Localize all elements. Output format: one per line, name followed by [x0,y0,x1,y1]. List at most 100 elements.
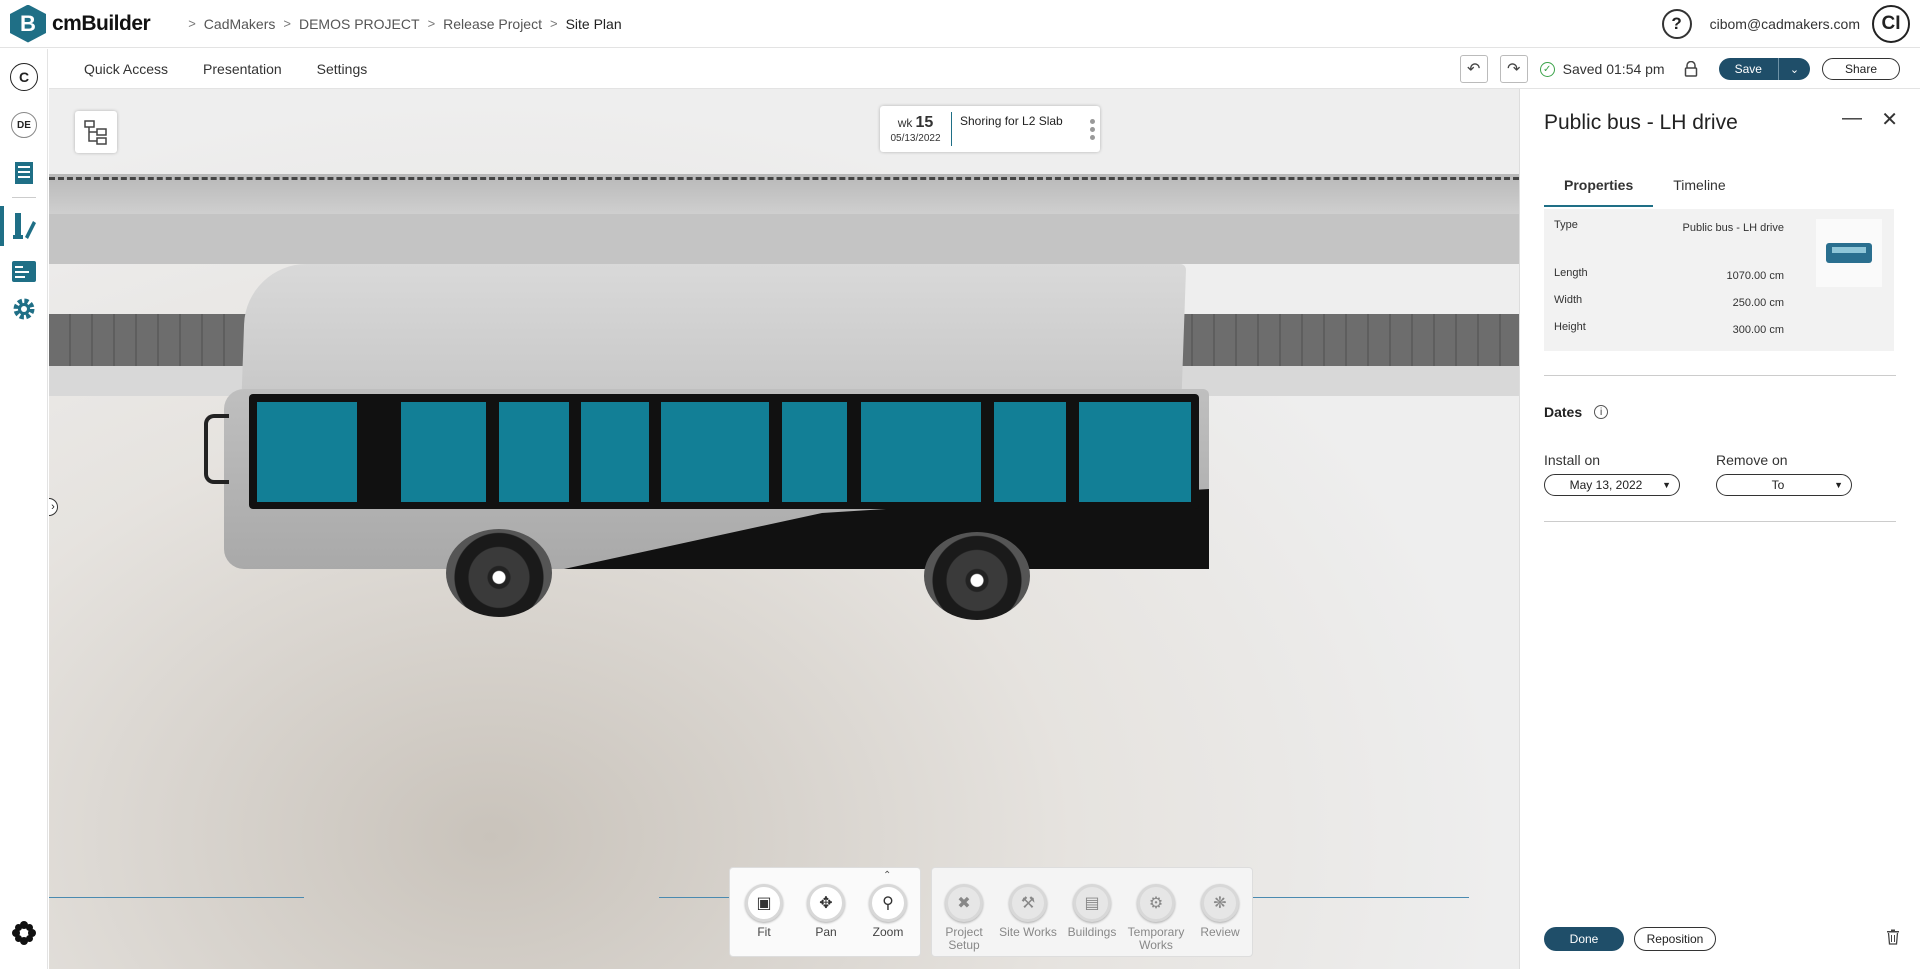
chevron-down-icon: ⌄ [1789,63,1800,76]
fit-tool[interactable]: ▣ Fit [734,884,794,939]
save-options-button[interactable]: ⌄ [1777,58,1810,80]
install-date-select[interactable]: May 13, 2022 ▼ [1544,474,1680,496]
temporary-works-label: Temporary Works [1127,925,1185,952]
current-task: Shoring for L2 Slab [960,114,1063,128]
scene-wall-top [49,174,1519,214]
property-label: Width [1554,294,1583,306]
bus-window [661,402,769,502]
sidebar-item-language[interactable]: DE [8,109,40,141]
app-logo[interactable]: B cmBuilder [10,4,151,43]
chevron-right-icon: > [549,16,558,31]
info-icon[interactable]: i [1594,405,1609,419]
dates-section-title: Dates i [1544,404,1609,420]
zoom-label: Zoom [872,925,904,939]
menu-presentation[interactable]: Presentation [203,61,282,77]
bus-wheel-front [446,529,552,617]
user-email[interactable]: cibom@cadmakers.com [1710,16,1860,32]
week-value: 15 [915,114,934,131]
bus-window [581,402,649,502]
undo-button[interactable]: ↶ [1459,55,1488,83]
avatar[interactable]: CI [1872,5,1910,43]
zoom-tool[interactable]: ⚲ Zoom [858,884,918,939]
sidebar-item-apps[interactable] [8,917,40,949]
bus-window [401,402,486,502]
kebab-dot [1089,134,1095,140]
redo-button[interactable]: ↷ [1499,55,1528,83]
kebab-dot [1089,118,1095,124]
property-label: Type [1554,219,1578,231]
pan-icon: ✥ [807,884,845,922]
site-works-tool[interactable]: ⚒ Site Works [998,884,1058,939]
week-label: wk [897,116,913,130]
close-icon[interactable]: ✕ [1881,107,1898,132]
review-tool[interactable]: ❋ Review [1190,884,1250,939]
help-button[interactable]: ? [1661,9,1692,39]
object-properties-panel: Public bus - LH drive — ✕ Properties Tim… [1519,89,1920,969]
bus-window [257,402,357,502]
buildings-tool[interactable]: ▤ Buildings [1062,884,1122,939]
saved-text: Saved 01:54 pm [1562,61,1665,77]
object-thumbnail [1816,219,1882,287]
minimize-icon[interactable]: — [1842,107,1862,130]
lock-button[interactable] [1677,55,1705,83]
sidebar-item-company[interactable]: C [8,61,40,93]
remove-date-value: To [1771,478,1785,492]
sidebar-item-documents[interactable] [8,157,40,189]
trash-icon[interactable] [1886,929,1900,950]
property-label: Length [1554,267,1588,279]
more-options-button[interactable] [1084,106,1100,152]
kebab-dot [1089,126,1095,132]
temporary-works-tool[interactable]: ⚙ Temporary Works [1126,884,1186,952]
week-date: 05/13/2022 [890,133,941,144]
property-value: 250.00 cm [1732,297,1784,309]
save-button[interactable]: Save [1718,58,1778,80]
project-setup-tool[interactable]: ✖ Project Setup [934,884,994,952]
document-icon [15,162,33,184]
review-icon: ❋ [1201,884,1239,922]
remove-date-select[interactable]: To ▼ [1716,474,1852,496]
done-button[interactable]: Done [1544,927,1624,951]
caret-down-icon: ▼ [1834,480,1843,490]
logo-hex-icon: B [10,4,46,43]
chevron-up-icon[interactable]: ⌃ [883,870,891,881]
breadcrumb-item-current: Site Plan [565,15,622,32]
menu-settings[interactable]: Settings [317,61,368,77]
scene-wall-mid [49,214,1519,264]
scene-ground-line [1249,897,1469,898]
scene-tree-button[interactable] [75,111,117,153]
dates-title: Dates [1544,404,1583,420]
hierarchy-tree-icon [84,120,107,145]
tab-properties[interactable]: Properties [1544,171,1654,207]
breadcrumb-item-project[interactable]: Release Project [443,16,542,32]
buildings-label: Buildings [1067,925,1117,939]
undo-icon: ↶ [1466,61,1481,78]
property-value: 300.00 cm [1732,324,1784,336]
sidebar-item-settings[interactable] [8,293,40,325]
sidebar-item-schedule[interactable] [8,255,40,287]
build-tools: ✖ Project Setup ⚒ Site Works ▤ Buildings… [931,867,1253,957]
breadcrumb-item-company[interactable]: CadMakers [204,16,276,32]
tab-timeline[interactable]: Timeline [1653,171,1745,207]
language-badge: DE [11,112,37,138]
panel-title: Public bus - LH drive [1544,111,1738,134]
sidebar-item-site-plan[interactable] [8,210,40,242]
toolbar-actions: ↶ ↷ ✓ Saved 01:54 pm Save ⌄ Share [1448,49,1900,89]
chevron-right-icon: > [283,16,291,31]
expand-left-panel-button[interactable]: › [49,498,58,516]
sidebar-divider [12,197,36,198]
scene-rail [49,177,1519,180]
property-row-width: Width 250.00 cm [1554,294,1784,313]
breadcrumb-item-project-group[interactable]: DEMOS PROJECT [299,16,420,32]
site-works-label: Site Works [999,925,1057,939]
remove-on-label: Remove on [1716,452,1788,468]
trash-svg [1887,929,1899,945]
pan-tool[interactable]: ✥ Pan [796,884,856,939]
buildings-icon: ▤ [1073,884,1111,922]
section-divider [1544,375,1896,376]
3d-viewport[interactable]: wk 15 05/13/2022 Shoring for L2 Slab › ⌃ … [49,89,1519,969]
week-schedule-card[interactable]: wk 15 05/13/2022 Shoring for L2 Slab [880,106,1100,152]
menu-quick-access[interactable]: Quick Access [84,61,168,77]
property-row-height: Height 300.00 cm [1554,321,1784,340]
reposition-button[interactable]: Reposition [1634,927,1716,951]
share-button[interactable]: Share [1821,58,1900,80]
